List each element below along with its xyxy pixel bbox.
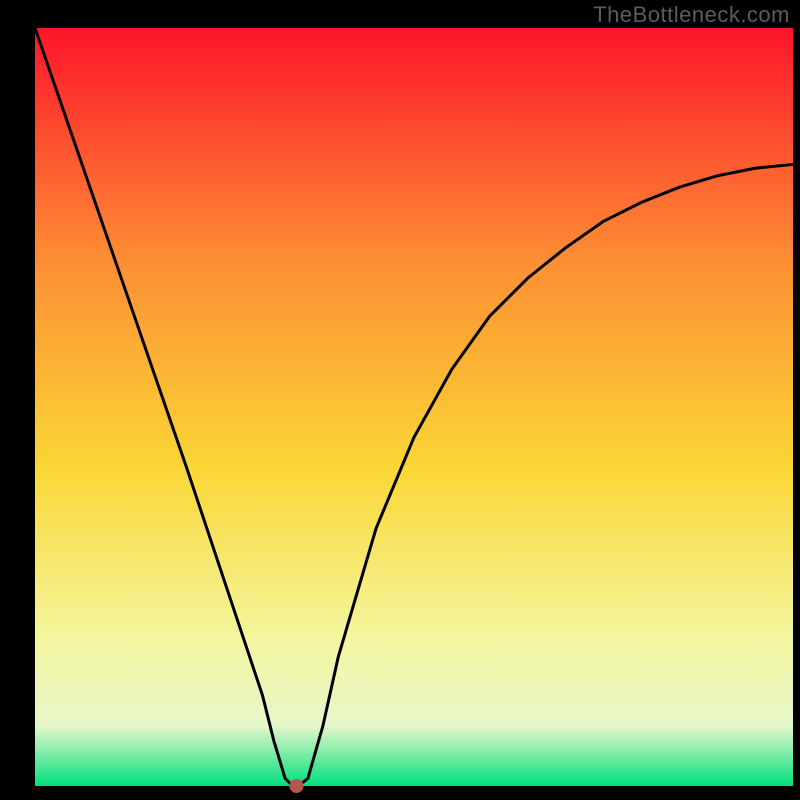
watermark-text: TheBottleneck.com <box>593 2 790 28</box>
optimal-point-marker <box>290 779 304 793</box>
plot-background <box>35 28 793 786</box>
chart-frame: TheBottleneck.com <box>0 0 800 800</box>
bottleneck-chart <box>0 0 800 800</box>
